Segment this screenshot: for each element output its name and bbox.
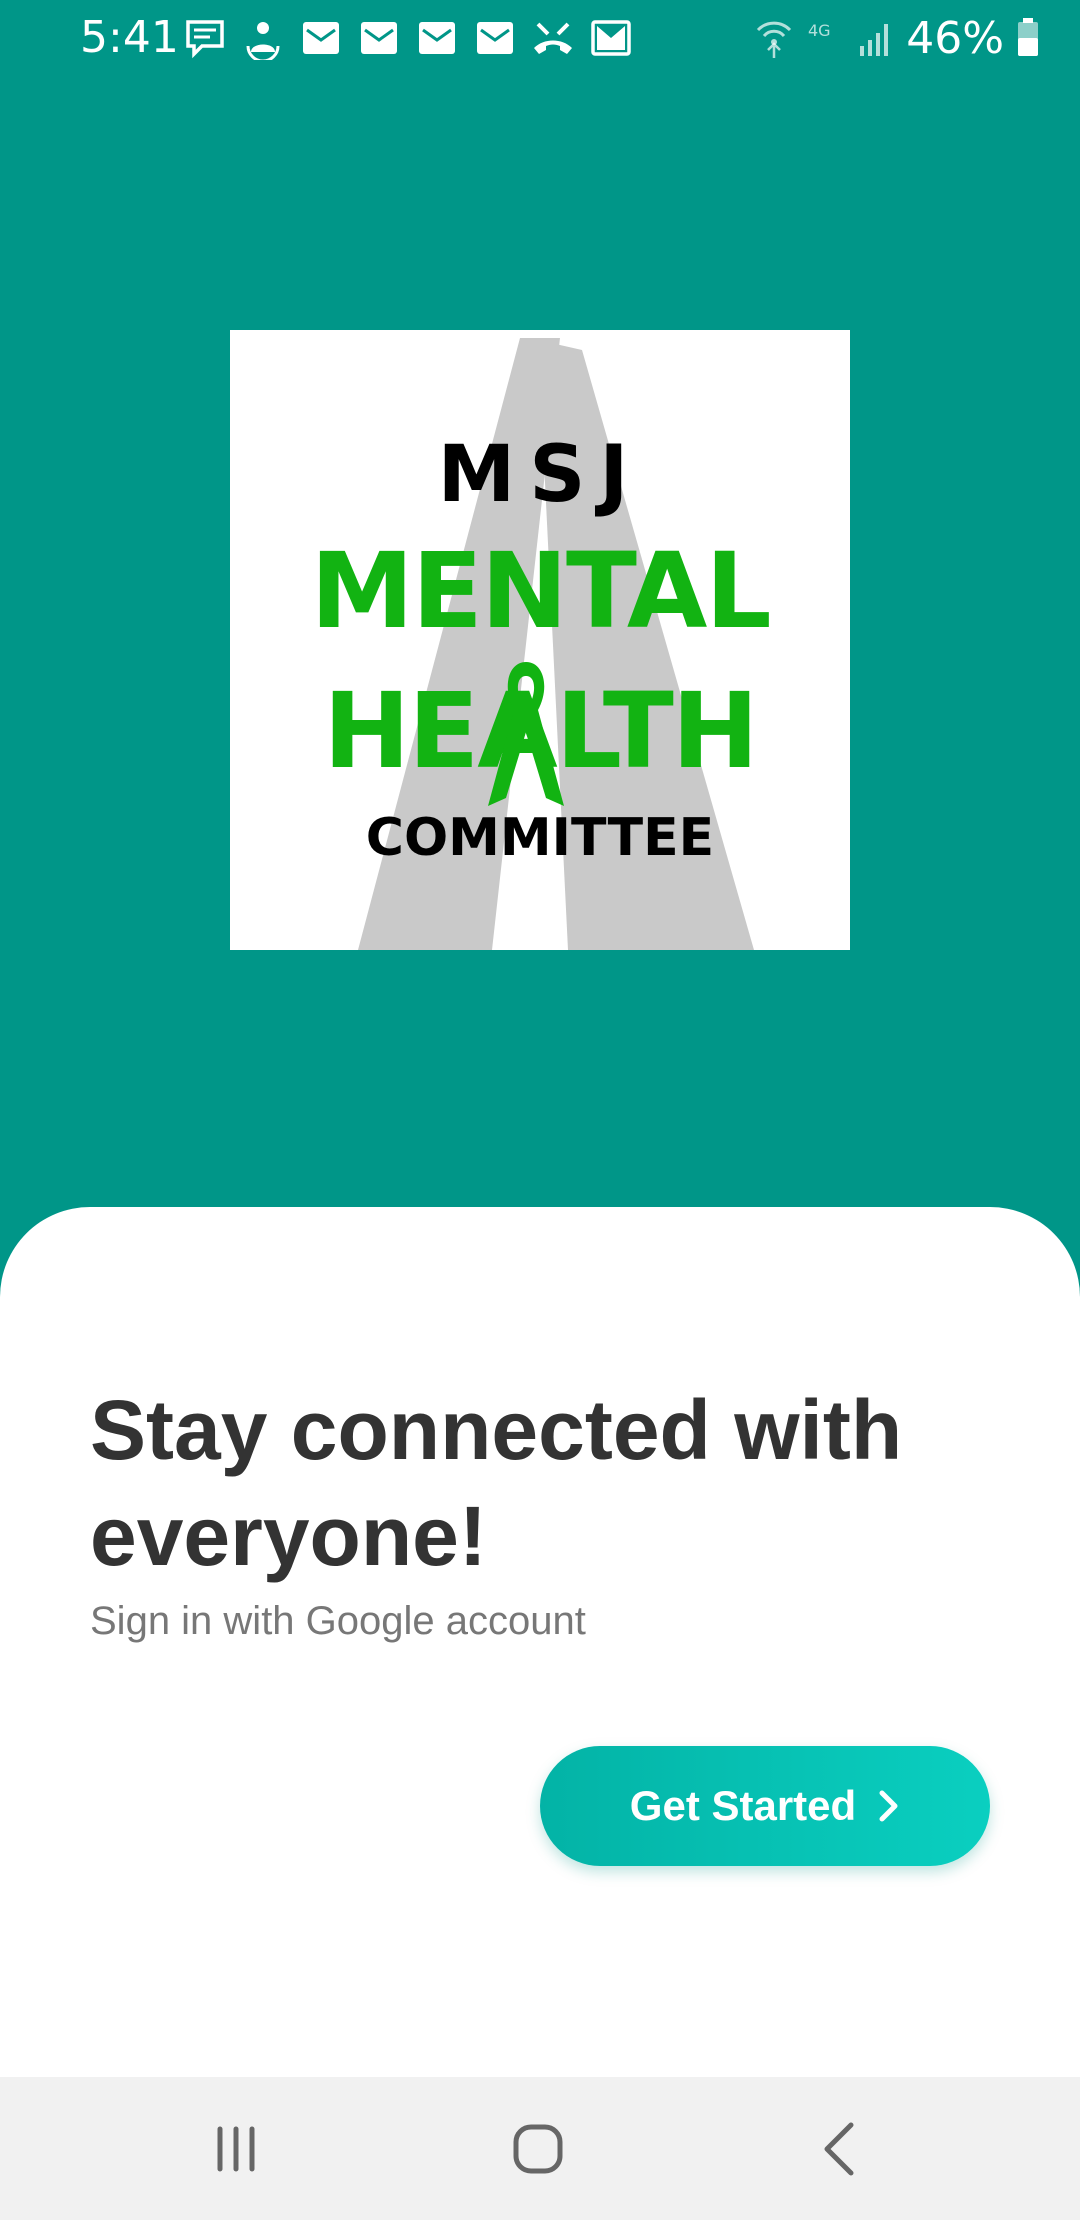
mail-icon [303, 22, 339, 54]
network-label: 4G [808, 21, 831, 40]
sign-in-sheet: Stay connected with everyone! Sign in wi… [0, 1207, 1080, 2077]
committee-logo: MSJ MENTAL HEALTH COMMITTEE [230, 330, 850, 950]
logo-mental: MENTAL [310, 530, 771, 652]
battery-percent: 46% [906, 12, 1004, 64]
get-started-button[interactable]: Get Started [540, 1746, 990, 1866]
back-button[interactable] [805, 2113, 877, 2185]
system-status-icons: 4G 46% [754, 10, 1040, 66]
gmail-icon [591, 20, 631, 56]
home-button[interactable] [502, 2113, 574, 2185]
status-time: 5:41 [80, 12, 179, 63]
mail-icon [477, 22, 513, 54]
sync-person-icon [246, 22, 280, 60]
mail-icon [419, 22, 455, 54]
status-bar: 5:41 4G 46% [0, 0, 1080, 76]
battery-icon [1018, 18, 1038, 56]
get-started-label: Get Started [629, 1782, 857, 1829]
message-icon [186, 20, 224, 59]
welcome-subline: Sign in with Google account [90, 1599, 586, 1643]
recent-apps-button[interactable] [200, 2113, 272, 2185]
recent-apps-icon [217, 2126, 255, 2172]
welcome-headline: Stay connected with everyone! [90, 1383, 903, 1583]
mail-icon [361, 22, 397, 54]
chevron-right-icon [879, 1790, 898, 1822]
logo-committee: COMMITTEE [365, 808, 715, 868]
wifi-calling-icon [757, 21, 792, 58]
notification-icons [182, 16, 634, 60]
logo-msj: MSJ [437, 430, 643, 520]
signal-icon [860, 24, 889, 56]
home-icon [513, 2124, 563, 2174]
back-icon [824, 2122, 854, 2176]
lte-icon: 4G [808, 21, 831, 40]
missed-call-icon [534, 22, 572, 54]
system-nav-bar [0, 2077, 1080, 2220]
awareness-ribbon-icon [488, 662, 564, 806]
